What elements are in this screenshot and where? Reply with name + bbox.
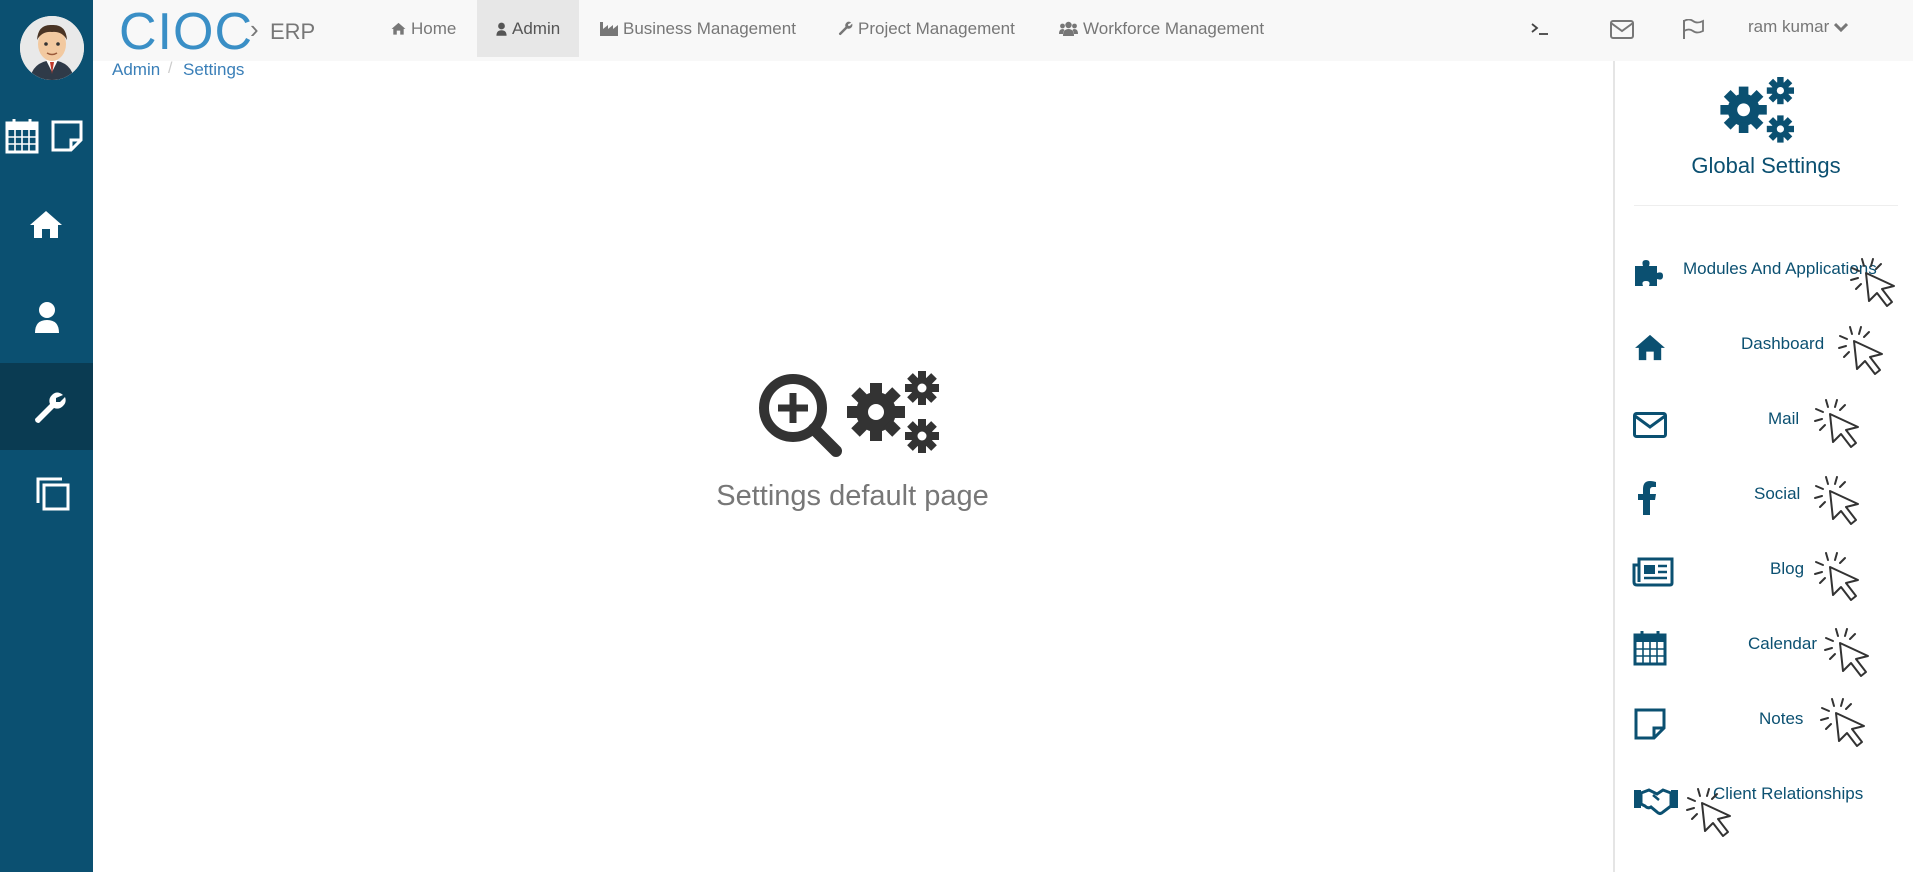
facebook-icon[interactable] xyxy=(1632,480,1662,516)
default-message: Settings default page xyxy=(716,480,989,512)
nav-workforce-management[interactable]: Workforce Management xyxy=(1040,0,1283,57)
nav-admin[interactable]: Admin xyxy=(477,0,580,57)
nav-admin-label: Admin xyxy=(512,18,561,38)
click-cursor-icon xyxy=(1820,698,1865,747)
nav-business-management[interactable]: Business Management xyxy=(581,0,815,57)
envelope-icon[interactable] xyxy=(1609,14,1635,44)
click-cursor-icon xyxy=(1824,628,1869,677)
nav-home[interactable]: Home xyxy=(372,0,475,57)
search-plus-icon xyxy=(759,374,842,457)
home-icon[interactable] xyxy=(1632,330,1668,364)
global-settings-panel xyxy=(1613,61,1913,872)
divider xyxy=(1634,205,1898,206)
terminal-icon[interactable] xyxy=(1528,14,1552,44)
user-icon xyxy=(496,22,507,36)
home-icon xyxy=(391,22,406,35)
avatar[interactable] xyxy=(20,16,84,80)
global-settings-title: Global Settings xyxy=(1691,153,1841,178)
industry-icon xyxy=(600,22,618,36)
nav-business-management-label: Business Management xyxy=(623,18,796,38)
menu-item-dashboard[interactable]: Dashboard xyxy=(1741,334,1824,354)
users-icon xyxy=(1059,21,1078,36)
user-menu[interactable]: ram kumar xyxy=(1748,17,1849,37)
user-icon[interactable] xyxy=(30,299,64,335)
brand-subtitle[interactable]: ERP xyxy=(270,19,315,45)
menu-item-blog[interactable]: Blog xyxy=(1770,559,1804,579)
breadcrumb-settings[interactable]: Settings xyxy=(183,60,244,80)
breadcrumb-separator: / xyxy=(168,60,173,77)
click-cursor-icon xyxy=(1686,788,1731,837)
nav-project-management[interactable]: Project Management xyxy=(819,0,1034,57)
cogs-icon xyxy=(1718,72,1798,146)
click-cursor-icon xyxy=(1814,399,1859,448)
nav-home-label: Home xyxy=(411,18,457,38)
breadcrumb-admin[interactable]: Admin xyxy=(112,60,160,80)
calendar-icon[interactable] xyxy=(1632,630,1668,666)
copy-icon[interactable] xyxy=(32,473,72,513)
nav-workforce-management-label: Workforce Management xyxy=(1083,18,1265,38)
nav-project-management-label: Project Management xyxy=(858,18,1015,38)
menu-item-social[interactable]: Social xyxy=(1754,484,1800,504)
user-name: ram kumar xyxy=(1748,17,1830,36)
menu-item-calendar[interactable]: Calendar xyxy=(1748,634,1817,654)
menu-item-mail[interactable]: Mail xyxy=(1768,409,1799,429)
cogs-icon xyxy=(847,371,939,453)
chevron-down-icon xyxy=(1834,22,1849,32)
note-icon[interactable] xyxy=(50,118,84,154)
left-sidebar xyxy=(0,0,93,872)
handshake-icon[interactable] xyxy=(1632,782,1680,818)
menu-item-notes[interactable]: Notes xyxy=(1759,709,1803,729)
click-cursor-icon xyxy=(1850,258,1895,307)
brand-separator: › xyxy=(250,14,259,44)
calendar-icon[interactable] xyxy=(4,118,40,154)
envelope-icon[interactable] xyxy=(1632,408,1668,442)
click-cursor-icon xyxy=(1814,552,1859,601)
brand-logo[interactable]: CIOC xyxy=(119,2,253,62)
note-icon[interactable] xyxy=(1632,707,1668,741)
click-cursor-icon xyxy=(1838,326,1883,375)
wrench-icon xyxy=(838,21,853,36)
wrench-icon[interactable] xyxy=(30,388,70,428)
puzzle-icon[interactable] xyxy=(1632,255,1668,289)
click-cursor-icon xyxy=(1814,476,1859,525)
newspaper-icon[interactable] xyxy=(1632,555,1674,589)
flag-icon[interactable] xyxy=(1680,14,1706,44)
home-icon[interactable] xyxy=(26,206,66,242)
